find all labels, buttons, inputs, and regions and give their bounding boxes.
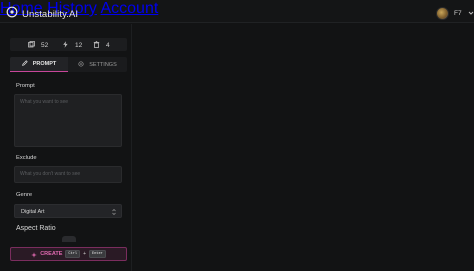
stat-queue-value: 4 — [106, 42, 110, 49]
genre-label: Genre — [16, 192, 33, 198]
tab-settings-label: SETTINGS — [89, 61, 117, 68]
exclude-input[interactable] — [14, 166, 122, 183]
sparkle-icon — [31, 245, 38, 263]
genre-select-value: Digital Art — [21, 209, 45, 215]
images-icon — [28, 41, 35, 50]
stats-bar: 52 12 4 — [10, 38, 127, 51]
trash-icon — [93, 41, 100, 50]
create-button-label: CREATE — [40, 251, 63, 257]
chevron-down-icon — [467, 4, 474, 22]
user-name: F7 — [454, 9, 462, 17]
brand[interactable]: Unstability.AI — [6, 5, 78, 23]
stat-queue: 4 — [93, 41, 110, 50]
aspect-ratio-label: Aspect Ratio — [16, 225, 56, 232]
lightning-icon — [62, 41, 69, 50]
mode-tabs: PROMPT SETTINGS — [10, 57, 127, 72]
logo-icon — [6, 5, 18, 23]
genre-select[interactable]: Digital Art — [14, 204, 122, 218]
exclude-label: Exclude — [16, 155, 37, 161]
app-name: Unstability.AI — [22, 8, 79, 20]
stat-images-value: 52 — [41, 42, 49, 49]
pencil-icon — [21, 60, 28, 68]
sidebar-panel: 52 12 4 PROMPT SETTINGS Prompt What you … — [0, 24, 131, 271]
prompt-input[interactable] — [14, 94, 122, 147]
enter-key-hint: Enter — [88, 250, 106, 258]
aspect-ratio-control[interactable] — [62, 236, 76, 242]
create-button[interactable]: CREATE Ctrl + Enter — [10, 247, 127, 261]
nav-account-link[interactable]: Account — [100, 0, 158, 17]
tab-prompt-label: PROMPT — [32, 61, 57, 67]
stat-credits-value: 12 — [75, 42, 83, 49]
user-menu[interactable]: F7 — [436, 4, 474, 22]
prompt-label: Prompt — [16, 83, 35, 89]
tab-settings[interactable]: SETTINGS — [68, 57, 127, 72]
top-navigation-bar: Unstability.AI Home History Account F7 — [0, 0, 474, 23]
avatar — [436, 6, 449, 20]
panel-divider — [131, 24, 132, 271]
tab-prompt[interactable]: PROMPT — [10, 57, 68, 72]
ctrl-key-hint: Ctrl — [65, 250, 81, 258]
stat-images: 52 — [28, 41, 48, 50]
stat-credits: 12 — [62, 41, 82, 50]
gear-icon — [78, 60, 84, 69]
plus-sign: + — [83, 251, 86, 257]
